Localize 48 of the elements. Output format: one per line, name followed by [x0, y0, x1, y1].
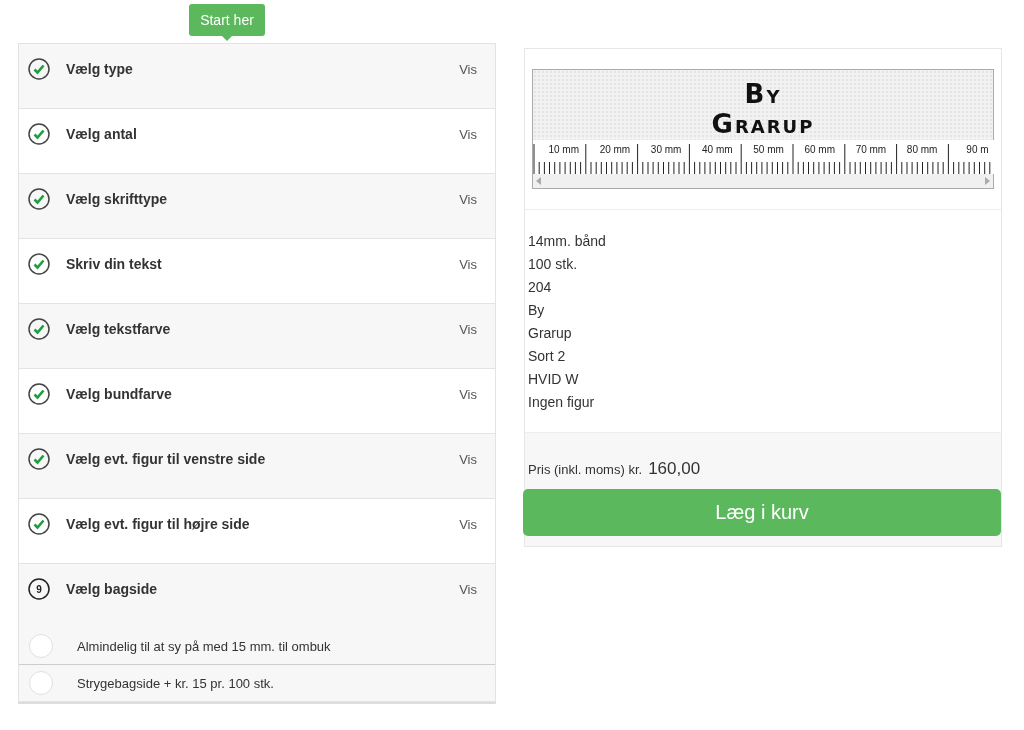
- ruler-label: 90 m: [966, 144, 989, 155]
- ruler-label: 10 mm: [548, 144, 579, 155]
- price-label: Pris (inkl. moms) kr.: [528, 462, 643, 477]
- show-link[interactable]: Vis: [459, 581, 477, 597]
- summary-line: By: [528, 301, 546, 320]
- summary-line: HVID W: [528, 370, 580, 389]
- show-link[interactable]: Vis: [459, 61, 477, 77]
- ruler-label: 30 mm: [650, 144, 682, 155]
- show-link[interactable]: Vis: [459, 126, 477, 142]
- ruler-label: 40 mm: [702, 144, 733, 155]
- step-title[interactable]: Vælg type: [66, 61, 460, 77]
- show-link[interactable]: Vis: [459, 451, 477, 467]
- ruler-label: 80 mm: [906, 144, 938, 155]
- start-tooltip: Start her: [189, 4, 265, 41]
- ruler-label: 60 mm: [804, 144, 835, 155]
- summary-line: 100 stk.: [528, 255, 579, 274]
- scroll-right-icon[interactable]: [985, 177, 990, 185]
- show-link[interactable]: Vis: [459, 386, 477, 402]
- show-link[interactable]: Vis: [459, 321, 477, 337]
- scrollbar[interactable]: [533, 174, 993, 188]
- step-number-icon: 9: [28, 578, 50, 600]
- summary-line: Grarup: [528, 324, 573, 343]
- show-link[interactable]: Vis: [459, 191, 477, 207]
- step-title[interactable]: Vælg evt. figur til højre side: [66, 516, 460, 532]
- scroll-left-icon[interactable]: [536, 177, 541, 185]
- summary-line: 204: [528, 278, 553, 297]
- ruler-label: 20 mm: [599, 144, 631, 155]
- radio-button[interactable]: [29, 671, 53, 695]
- ruler-label: 50 mm: [753, 144, 784, 155]
- step-title[interactable]: Vælg bagside: [66, 581, 460, 597]
- step-title[interactable]: Vælg bundfarve: [66, 386, 460, 402]
- step-title[interactable]: Vælg skrifttype: [66, 191, 460, 207]
- step-title[interactable]: Vælg tekstfarve: [66, 321, 460, 337]
- summary-line: Sort 2: [528, 347, 567, 366]
- label-text: Grarup: [711, 109, 815, 139]
- radio-button[interactable]: [29, 634, 53, 658]
- option-label: Strygebagside + kr. 15 pr. 100 stk.: [77, 675, 274, 691]
- summary-line: 14mm. bånd: [528, 232, 607, 251]
- show-link[interactable]: Vis: [459, 516, 477, 532]
- label-text: By: [744, 79, 782, 109]
- step-title[interactable]: Vælg antal: [66, 126, 460, 142]
- step-title[interactable]: Skriv din tekst: [66, 256, 460, 272]
- summary-line: Ingen figur: [528, 393, 596, 412]
- option-label: Almindelig til at sy på med 15 mm. til ombuk: [77, 638, 331, 654]
- ruler-label: 70 mm: [855, 144, 887, 155]
- show-link[interactable]: Vis: [459, 256, 477, 272]
- price-value: 160,00: [648, 459, 701, 479]
- step-title[interactable]: Vælg evt. figur til venstre side: [66, 451, 460, 467]
